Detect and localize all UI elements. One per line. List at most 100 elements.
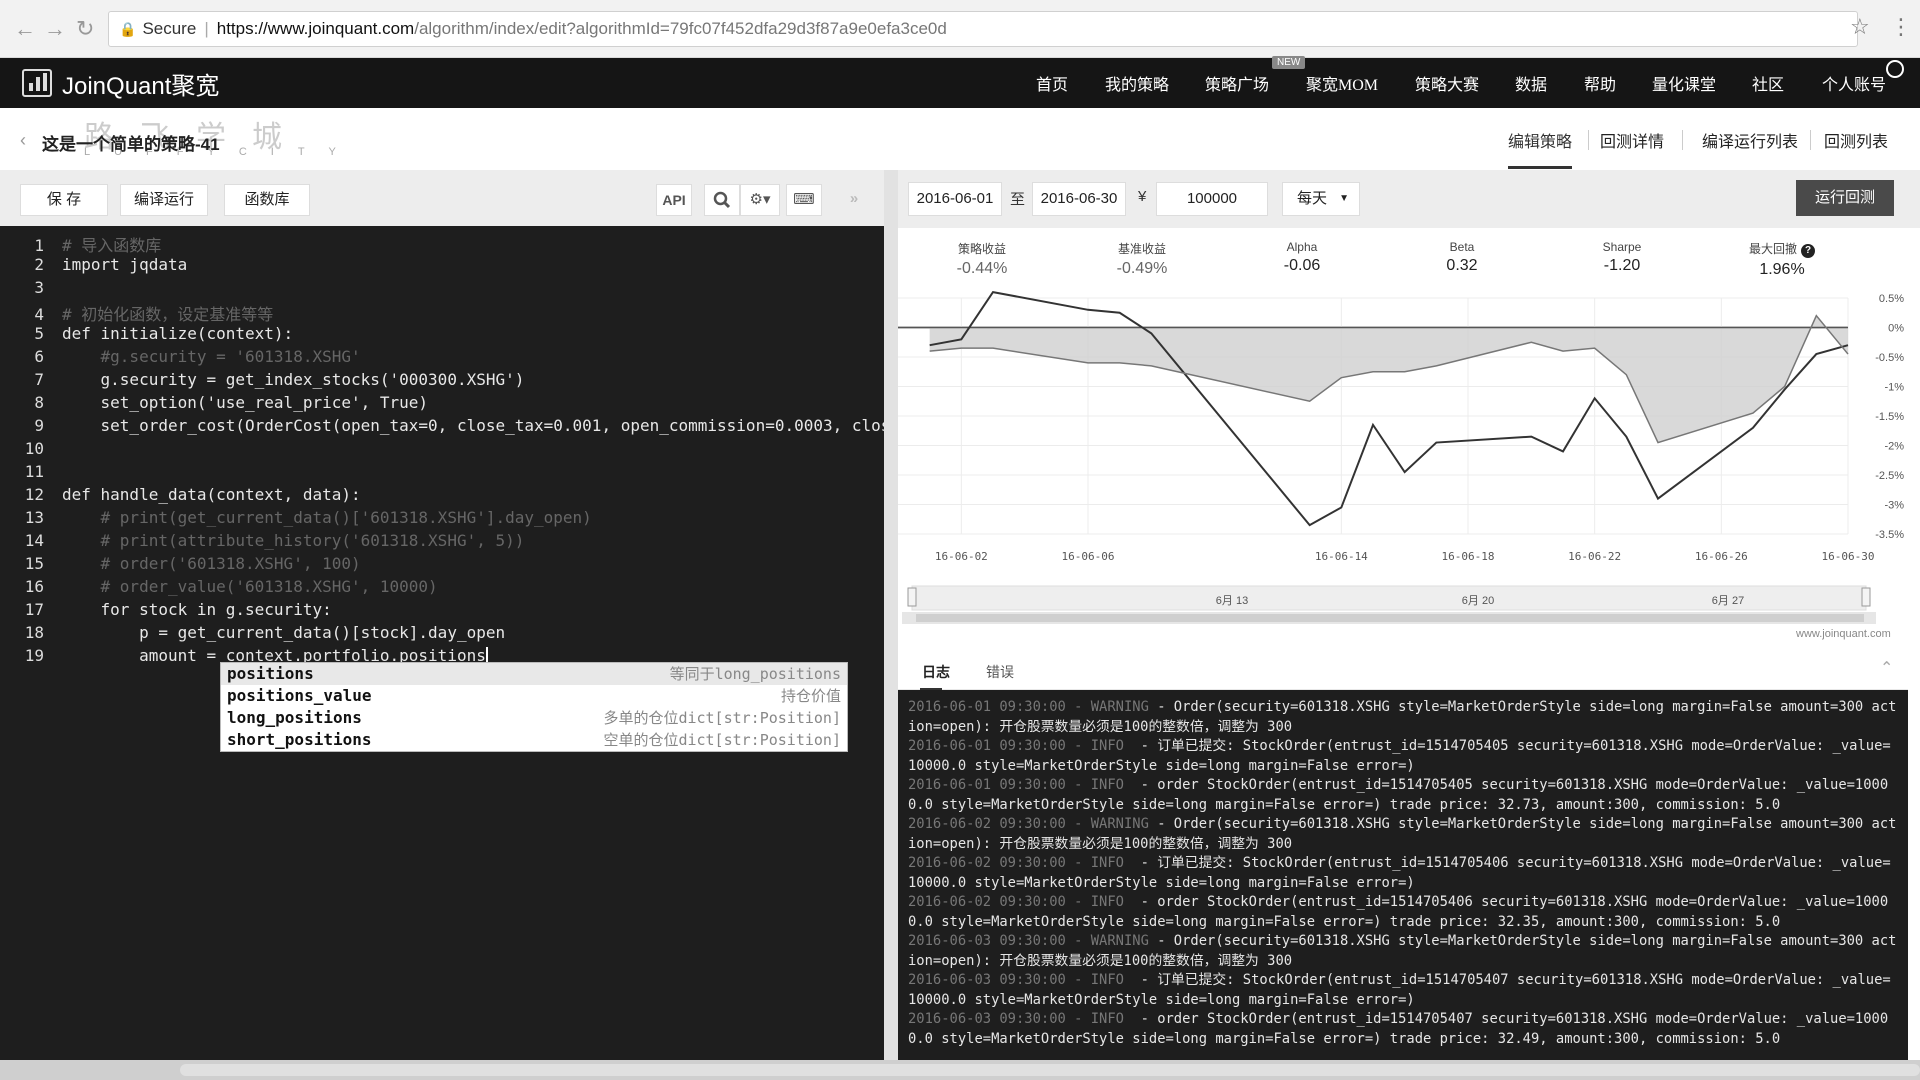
code-text: import jqdata <box>62 255 188 274</box>
chart-navigator[interactable]: 6月 13 6月 20 6月 27 <box>898 584 1880 626</box>
url-path: /algorithm/index/edit?algorithmId=79fc07… <box>414 19 947 38</box>
panel-splitter[interactable] <box>884 170 898 1060</box>
back-chevron-icon[interactable]: ‹ <box>20 130 26 151</box>
code-line[interactable]: 10 <box>0 439 884 462</box>
log-line: 2016-06-01 09:30:00 - INFO - 订单已提交: Stoc… <box>908 737 1898 776</box>
tab-backtest-list[interactable]: 回测列表 <box>1824 128 1888 152</box>
metric-item: 策略收益 -0.44% <box>922 240 1042 278</box>
autocomplete-item[interactable]: positions_value 持仓价值 <box>221 685 847 707</box>
code-line[interactable]: 9 set_order_cost(OrderCost(open_tax=0, c… <box>0 416 884 439</box>
gear-icon[interactable]: ⚙▾ <box>740 184 780 216</box>
horizontal-scrollbar[interactable] <box>0 1060 1920 1080</box>
tab-log[interactable]: 日志 <box>922 662 950 682</box>
code-line[interactable]: 12 def handle_data(context, data): <box>0 485 884 508</box>
collapse-icon[interactable]: ⌃ <box>1880 658 1893 678</box>
suggestion-name: short_positions <box>227 730 372 749</box>
code-line[interactable]: 7 g.security = get_index_stocks('000300.… <box>0 370 884 393</box>
start-date-input[interactable]: 2016-06-01 <box>908 182 1002 216</box>
nav-account[interactable]: 个人账号 <box>1822 71 1886 95</box>
compile-run-button[interactable]: 编译运行 <box>120 184 208 216</box>
scrollbar-thumb[interactable] <box>180 1064 1920 1076</box>
y-tick-label: 0.5% <box>1879 293 1904 305</box>
backtest-toolbar: 2016-06-01 至 2016-06-30 ¥ 100000 每天 ▼ 运行… <box>898 170 1920 228</box>
code-line[interactable]: 3 <box>0 278 884 301</box>
address-bar[interactable]: 🔒 Secure | https://www.joinquant.com/algori… <box>108 11 1858 47</box>
nav-quant-class[interactable]: 量化课堂 <box>1652 71 1716 95</box>
nav-help[interactable]: 帮助 <box>1584 71 1616 95</box>
navigator-left-handle[interactable] <box>907 587 917 607</box>
nav-mom[interactable]: 聚宽MOM <box>1306 71 1378 95</box>
navigator-label: 6月 13 <box>1216 595 1248 607</box>
suggestion-name: positions_value <box>227 686 372 705</box>
search-icon[interactable] <box>704 184 740 216</box>
bookmark-star-icon[interactable]: ☆ <box>1850 14 1870 40</box>
code-line[interactable]: 17 for stock in g.security: <box>0 600 884 623</box>
autocomplete-item[interactable]: long_positions 多单的仓位dict[str:Position] <box>221 707 847 729</box>
line-number: 16 <box>24 577 44 596</box>
code-text: # 初始化函数，设定基准等等 <box>62 305 274 324</box>
run-backtest-button[interactable]: 运行回测 <box>1796 180 1894 216</box>
code-line[interactable]: 14 # print(attribute_history('601318.XSH… <box>0 531 884 554</box>
log-timestamp: 2016-06-03 09:30:00 - INFO <box>908 1011 1124 1027</box>
code-line[interactable]: 15 # order('601318.XSHG', 100) <box>0 554 884 577</box>
nav-contest[interactable]: 策略大赛 <box>1415 71 1479 95</box>
back-arrow-icon[interactable]: ← <box>14 16 36 42</box>
reload-icon[interactable]: ↻ <box>76 16 94 42</box>
code-line[interactable]: 13 # print(get_current_data()['601318.XS… <box>0 508 884 531</box>
returns-chart[interactable]: 0.5%0%-0.5%-1%-1.5%-2%-2.5%-3%-3.5%16-06… <box>898 288 1908 573</box>
tab-errors[interactable]: 错误 <box>986 662 1014 682</box>
metric-label: Beta <box>1449 240 1475 254</box>
code-editor[interactable]: 1 # 导入函数库 2 import jqdata 3 4 # 初始化函数，设定基准等等 5 d… <box>0 226 884 1060</box>
browser-menu-icon[interactable]: ⋮ <box>1890 14 1912 40</box>
x-tick-label: 16-06-06 <box>1062 550 1115 563</box>
user-avatar-icon[interactable] <box>1886 60 1904 78</box>
tab-compile-list[interactable]: 编译运行列表 <box>1702 128 1798 152</box>
metric-label: Alpha <box>1286 240 1318 254</box>
navigator-scroll-thumb[interactable] <box>916 614 1864 622</box>
api-button[interactable]: API <box>656 184 692 216</box>
capital-input[interactable]: 100000 <box>1156 182 1268 216</box>
autocomplete-item[interactable]: short_positions 空单的仓位dict[str:Position] <box>221 729 847 751</box>
url-host: https://www.joinquant.com <box>216 19 415 38</box>
keyboard-icon[interactable]: ⌨ <box>786 184 822 216</box>
end-date-input[interactable]: 2016-06-30 <box>1032 182 1126 216</box>
suggestion-name: long_positions <box>227 708 362 727</box>
autocomplete-item[interactable]: positions 等同于long_positions <box>221 663 847 685</box>
tab-edit-strategy[interactable]: 编辑策略 <box>1508 128 1572 152</box>
save-button[interactable]: 保 存 <box>20 184 108 216</box>
code-line[interactable]: 1 # 导入函数库 <box>0 232 884 255</box>
code-text: for stock in g.security: <box>62 600 332 619</box>
tab-backtest-details[interactable]: 回测详情 <box>1600 128 1664 152</box>
code-line[interactable]: 16 # order_value('601318.XSHG', 10000) <box>0 577 884 600</box>
nav-my-strategies[interactable]: 我的策略 <box>1105 71 1169 95</box>
y-tick-label: -2% <box>1884 441 1904 453</box>
navigator-right-handle[interactable] <box>1861 587 1871 607</box>
function-library-button[interactable]: 函数库 <box>224 184 310 216</box>
brand-logo[interactable]: JoinQuant聚宽 <box>22 66 219 100</box>
code-line[interactable]: 2 import jqdata <box>0 255 884 278</box>
nav-home[interactable]: 首页 <box>1036 71 1068 95</box>
date-range-separator: 至 <box>1010 191 1026 208</box>
frequency-select[interactable]: 每天 ▼ <box>1282 182 1360 216</box>
code-text: g.security = get_index_stocks('000300.XS… <box>62 370 525 389</box>
log-timestamp: 2016-06-03 09:30:00 - INFO <box>908 972 1124 988</box>
code-line[interactable]: 11 <box>0 462 884 485</box>
help-question-icon[interactable]: ? <box>1801 244 1815 258</box>
log-output[interactable]: 2016-06-01 09:30:00 - WARNING - Order(se… <box>898 690 1908 1060</box>
metric-item: Alpha -0.06 <box>1242 240 1362 275</box>
code-line[interactable]: 4 # 初始化函数，设定基准等等 <box>0 301 884 324</box>
expand-arrows-icon[interactable]: » <box>836 184 872 216</box>
metric-value: -1.20 <box>1603 257 1641 274</box>
code-line[interactable]: 8 set_option('use_real_price', True) <box>0 393 884 416</box>
nav-community[interactable]: 社区 <box>1752 71 1784 95</box>
forward-arrow-icon[interactable]: → <box>44 16 66 42</box>
code-line[interactable]: 18 p = get_current_data()[stock].day_ope… <box>0 623 884 646</box>
line-number: 1 <box>34 236 44 255</box>
line-number: 19 <box>24 646 44 665</box>
code-line[interactable]: 6 #g.security = '601318.XSHG' <box>0 347 884 370</box>
autocomplete-popup[interactable]: positions 等同于long_positions positions_valu… <box>220 662 848 752</box>
nav-strategy-square[interactable]: 策略广场 <box>1205 71 1269 95</box>
code-line[interactable]: 5 def initialize(context): <box>0 324 884 347</box>
nav-data[interactable]: 数据 <box>1515 71 1547 95</box>
strategy-title[interactable]: 这是一个简单的策略-41 <box>42 130 220 155</box>
